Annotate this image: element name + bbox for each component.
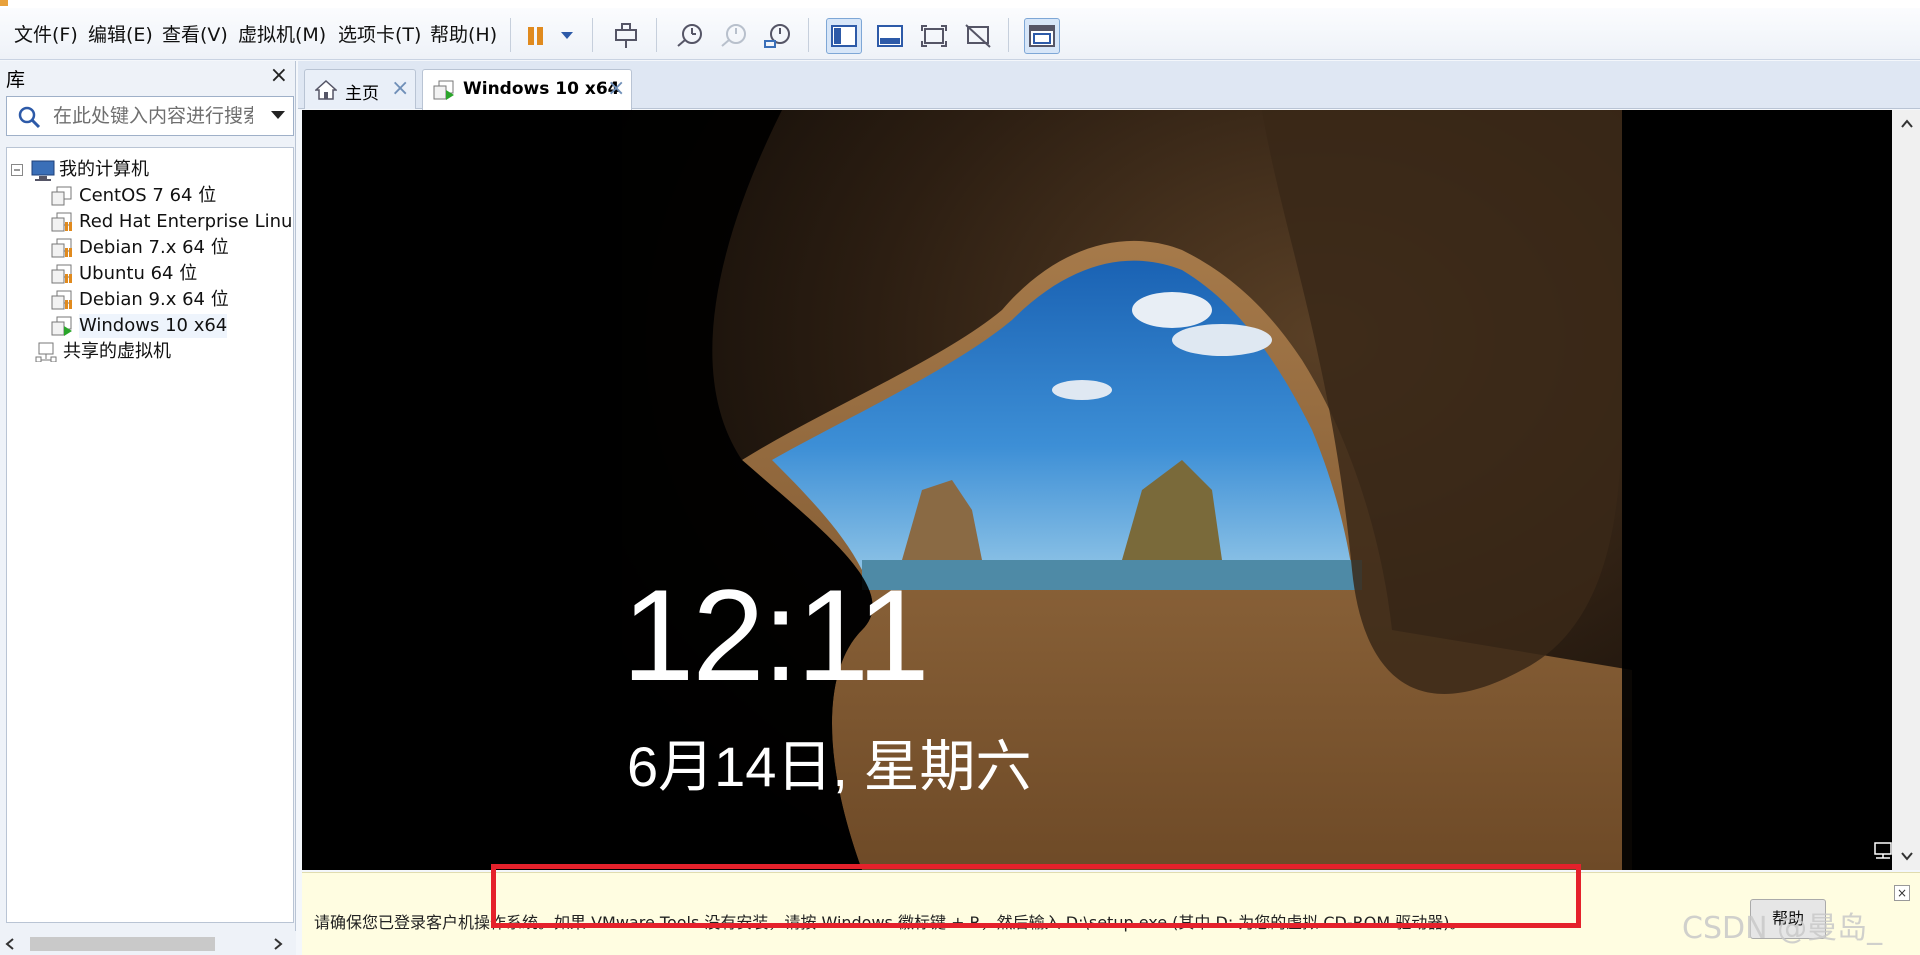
lock-screen-date: 6月14日, 星期六 bbox=[627, 735, 1032, 798]
scroll-right-icon[interactable] bbox=[272, 937, 284, 951]
close-icon[interactable]: × bbox=[607, 76, 625, 101]
send-ctrl-alt-del-button[interactable] bbox=[608, 18, 644, 54]
tree-item-shared-vms[interactable]: 共享的虚拟机 bbox=[35, 340, 275, 364]
tree-item-vm[interactable]: Red Hat Enterprise Linu bbox=[51, 210, 293, 234]
tree-root-label: 我的计算机 bbox=[59, 159, 149, 180]
menu-help[interactable]: 帮助(H) bbox=[430, 22, 497, 48]
show-library-icon bbox=[831, 25, 857, 47]
thumbnail-bar-button[interactable] bbox=[872, 18, 908, 54]
full-screen-button[interactable] bbox=[916, 18, 952, 54]
title-bar bbox=[0, 0, 1920, 8]
power-dropdown-button[interactable] bbox=[552, 18, 582, 54]
chevron-down-icon[interactable] bbox=[271, 111, 285, 119]
library-horizontal-scrollbar[interactable] bbox=[0, 931, 296, 955]
vm-suspended-icon bbox=[51, 264, 72, 284]
computer-icon bbox=[31, 160, 55, 181]
vm-console-display[interactable]: 12:11 6月14日, 星期六 bbox=[302, 110, 1892, 870]
tree-item-vm[interactable]: Debian 9.x 64 位 bbox=[51, 288, 291, 312]
take-snapshot-button[interactable] bbox=[672, 18, 708, 54]
tab-label: 主页 bbox=[345, 84, 379, 104]
home-icon bbox=[315, 80, 337, 100]
menu-tabs[interactable]: 选项卡(T) bbox=[338, 22, 421, 48]
snapshot-manager-icon bbox=[764, 24, 790, 48]
pause-icon bbox=[528, 27, 543, 45]
library-title: 库 bbox=[6, 69, 26, 91]
console-view-icon bbox=[1029, 25, 1055, 47]
pause-button[interactable] bbox=[518, 18, 554, 54]
watermark: CSDN @曼岛_ bbox=[1682, 911, 1883, 946]
full-screen-icon bbox=[921, 25, 947, 47]
tree-item-label: 共享的虚拟机 bbox=[63, 341, 171, 362]
close-icon[interactable]: × bbox=[391, 76, 409, 101]
console-view-button[interactable] bbox=[1024, 18, 1060, 54]
menu-view[interactable]: 查看(V) bbox=[162, 22, 228, 48]
tree-item-label: Windows 10 x64 bbox=[79, 314, 228, 338]
tab-windows-10-x64[interactable]: Windows 10 x64 × bbox=[422, 69, 632, 110]
menu-toolbar-bar: 文件(F) 编辑(E) 查看(V) 虚拟机(M) 选项卡(T) 帮助(H) bbox=[0, 8, 1920, 60]
close-icon[interactable]: × bbox=[270, 63, 288, 88]
dropdown-icon bbox=[561, 32, 573, 39]
tree-item-vm[interactable]: CentOS 7 64 位 bbox=[51, 184, 291, 208]
toolbar-separator bbox=[656, 18, 657, 52]
vm-suspended-icon bbox=[51, 290, 72, 310]
tree-root-my-computer[interactable]: 我的计算机 bbox=[11, 158, 271, 182]
tab-label: Windows 10 x64 bbox=[463, 79, 620, 99]
vm-vertical-scrollbar[interactable] bbox=[1892, 110, 1920, 870]
tree-item-label: Debian 9.x 64 位 bbox=[79, 289, 229, 310]
toolbar-separator bbox=[1008, 18, 1009, 52]
library-search bbox=[6, 96, 294, 136]
toolbar-separator bbox=[592, 18, 593, 52]
vm-running-icon bbox=[51, 316, 72, 336]
tree-item-vm[interactable]: Ubuntu 64 位 bbox=[51, 262, 291, 286]
tree-item-label: Ubuntu 64 位 bbox=[79, 263, 198, 284]
tree-item-vm[interactable]: Debian 7.x 64 位 bbox=[51, 236, 291, 260]
scroll-up-icon[interactable] bbox=[1900, 118, 1914, 130]
shared-vms-icon bbox=[35, 342, 57, 362]
vm-running-icon bbox=[433, 80, 454, 100]
scrollbar-thumb[interactable] bbox=[30, 937, 215, 951]
vm-suspended-icon bbox=[51, 238, 72, 258]
thumbnail-bar-icon bbox=[877, 25, 903, 47]
show-library-button[interactable] bbox=[826, 18, 862, 54]
app-logo-icon bbox=[0, 0, 8, 6]
vm-icon bbox=[51, 186, 72, 206]
tree-item-label: CentOS 7 64 位 bbox=[79, 185, 217, 206]
lock-screen-time: 12:11 bbox=[622, 562, 930, 708]
search-input[interactable] bbox=[53, 103, 253, 129]
snapshot-manager-button[interactable] bbox=[760, 18, 796, 54]
tab-home[interactable]: 主页 × bbox=[304, 69, 416, 109]
close-icon[interactable]: × bbox=[1894, 885, 1910, 901]
scroll-left-icon[interactable] bbox=[4, 937, 16, 951]
vmware-window: 文件(F) 编辑(E) 查看(V) 虚拟机(M) 选项卡(T) 帮助(H) 库 … bbox=[0, 0, 1920, 955]
revert-snapshot-icon bbox=[721, 24, 746, 47]
network-icon bbox=[1874, 842, 1892, 859]
library-tree: 我的计算机 CentOS 7 64 位 Red Hat Enterprise L… bbox=[6, 147, 294, 923]
tree-item-vm-selected[interactable]: Windows 10 x64 bbox=[51, 314, 291, 338]
search-icon bbox=[18, 106, 41, 129]
unity-button[interactable] bbox=[960, 18, 996, 54]
library-header: 库 × bbox=[0, 61, 296, 93]
toolbar-separator bbox=[510, 18, 511, 52]
lock-screen-wallpaper bbox=[302, 110, 1892, 870]
vm-suspended-icon bbox=[51, 212, 72, 232]
send-ctrl-alt-del-icon bbox=[615, 23, 637, 48]
menu-vm[interactable]: 虚拟机(M) bbox=[238, 22, 326, 48]
toolbar-separator bbox=[808, 18, 809, 52]
tree-item-label: Debian 7.x 64 位 bbox=[79, 237, 229, 258]
tab-strip: 主页 × Windows 10 x64 × bbox=[298, 61, 1920, 110]
library-panel: 库 × 我的计算机 CentOS 7 64 位 Red Hat Enterpri… bbox=[0, 61, 296, 955]
tree-item-label: Red Hat Enterprise Linu bbox=[79, 211, 293, 232]
annotation-highlight-box bbox=[491, 864, 1581, 928]
menu-edit[interactable]: 编辑(E) bbox=[88, 22, 153, 48]
menu-file[interactable]: 文件(F) bbox=[14, 22, 78, 48]
unity-icon bbox=[965, 24, 991, 48]
revert-snapshot-button[interactable] bbox=[716, 18, 752, 54]
snapshot-icon bbox=[677, 24, 702, 47]
collapse-icon[interactable] bbox=[11, 164, 23, 176]
scroll-down-icon[interactable] bbox=[1900, 850, 1914, 862]
